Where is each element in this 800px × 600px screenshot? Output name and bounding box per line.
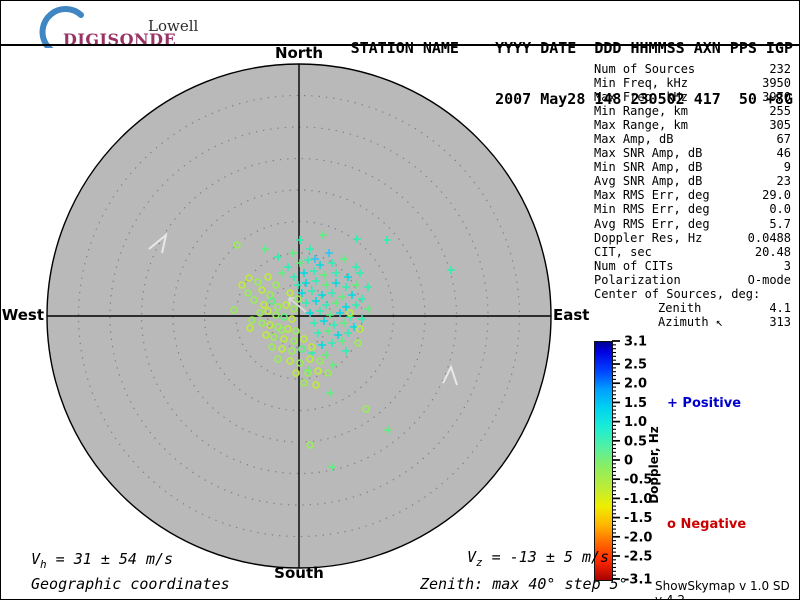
stat-row: Min Freq, kHz 3950 — [594, 76, 791, 90]
stat-value: 3950 — [762, 76, 791, 91]
positive-doppler-legend: + Positive — [667, 396, 742, 411]
stat-row: Center of Sources, deg: — [594, 287, 791, 301]
stat-value: 255 — [769, 104, 791, 119]
stat-row: Num of Sources 232 — [594, 62, 791, 76]
stat-label: Num of CITs — [594, 258, 674, 273]
stat-label: Max SNR Amp, dB — [594, 146, 703, 161]
stat-label: Max Range, km — [594, 118, 688, 133]
stat-row: Min RMS Err, deg 0.0 — [594, 202, 791, 216]
stat-value: 0.0488 — [747, 230, 791, 245]
stat-value: 29.0 — [762, 188, 791, 203]
stat-row: Zenith 4.1 — [594, 301, 791, 315]
colorbar-tick-label: -2.5 — [624, 549, 652, 564]
negative-doppler-legend: o Negative — [667, 517, 747, 532]
stat-row: Max RMS Err, deg 29.0 — [594, 188, 791, 202]
stat-label: Min RMS Err, deg — [594, 202, 710, 217]
stat-value: 67 — [776, 132, 791, 147]
stat-label: CIT, sec — [594, 244, 652, 259]
stat-label: Azimuth ↖ — [658, 314, 724, 329]
doppler-colorbar — [594, 341, 613, 581]
stat-value: 305 — [769, 118, 791, 133]
compass-south-label: South — [274, 564, 324, 582]
colorbar-tick-label: 1.5 — [624, 396, 647, 411]
skymap-window: Lowell DIGISONDE STATION NAME YYYY DATE DD… — [0, 0, 800, 600]
coordinate-system-text: Geographic coordinates — [31, 575, 230, 593]
stat-value: 3970 — [762, 90, 791, 105]
stat-label: Zenith — [658, 300, 702, 315]
colorbar-tick-label: 0 — [624, 454, 633, 469]
stat-value: 3 — [783, 258, 791, 273]
software-version-text: ShowSkymap v 1.0 SD v 4.2 — [655, 579, 790, 600]
stat-label: Polarization — [594, 272, 681, 287]
stat-row: Max Amp, dB 67 — [594, 132, 791, 146]
stat-label: Avg SNR Amp, dB — [594, 174, 703, 189]
stat-label: Max Amp, dB — [594, 132, 674, 147]
colorbar-tick-label: -3.1 — [624, 573, 652, 588]
colorbar-tick-label: -2.0 — [624, 530, 652, 545]
stat-value: 313 — [769, 314, 791, 329]
stat-value: 9 — [783, 160, 791, 175]
stat-row: Max Freq, kHz 3970 — [594, 90, 791, 104]
measurement-stats-panel: Num of Sources 232 Min Freq, kHz 3950 Max Fr… — [594, 62, 791, 329]
stat-label: Doppler Res, Hz — [594, 230, 703, 245]
stat-label: Min Freq, kHz — [594, 76, 688, 91]
colorbar-tick-label: 2.0 — [624, 377, 647, 392]
stat-label: Max RMS Err, deg — [594, 188, 710, 203]
stat-row: Max SNR Amp, dB 46 — [594, 146, 791, 160]
compass-north-label: North — [274, 44, 324, 62]
stat-value: 20.48 — [754, 244, 791, 259]
stat-row: Num of CITs 3 — [594, 259, 791, 273]
stat-value: 4.1 — [769, 300, 791, 315]
stat-value: 23 — [776, 174, 791, 189]
stat-label: Num of Sources — [594, 62, 696, 76]
compass-west-label: West — [1, 306, 44, 324]
zenith-scale-text: Zenith: max 40° step 5° — [420, 575, 628, 593]
stat-row: Min Range, km 255 — [594, 104, 791, 118]
colorbar-tick-label: -1.5 — [624, 511, 652, 526]
stat-label: Max Freq, kHz — [594, 90, 688, 105]
stat-row: Azimuth ↖ 313 — [594, 315, 791, 329]
colorbar-tick-label: 2.5 — [624, 358, 647, 373]
stat-label: Center of Sources, deg: — [594, 286, 761, 301]
colorbar-axis-title: Doppler, Hz — [647, 426, 661, 504]
stat-value: 5.7 — [769, 216, 791, 231]
colorbar-tick-label: 0.5 — [624, 434, 647, 449]
stat-label: Min Range, km — [594, 104, 688, 119]
stat-row: CIT, sec 20.48 — [594, 245, 791, 259]
stat-value: 232 — [769, 62, 791, 76]
colorbar-tick-label: 1.0 — [624, 415, 647, 430]
vertical-velocity-text: Vz = -13 ± 5 m/s — [467, 548, 610, 569]
stat-value: 0.0 — [769, 202, 791, 217]
stat-row: Doppler Res, Hz 0.0488 — [594, 231, 791, 245]
stat-value: O-mode — [747, 272, 791, 287]
stat-row: Min SNR Amp, dB 9 — [594, 160, 791, 174]
stat-row: Max Range, km 305 — [594, 118, 791, 132]
colorbar-tick-label: 3.1 — [624, 335, 647, 350]
stat-value: 46 — [776, 146, 791, 161]
horizontal-velocity-text: Vh = 31 ± 54 m/s — [31, 550, 174, 571]
stat-row: Avg RMS Err, deg 5.7 — [594, 217, 791, 231]
stat-label: Min SNR Amp, dB — [594, 160, 703, 175]
stat-row: Avg SNR Amp, dB 23 — [594, 174, 791, 188]
stat-row: Polarization O-mode — [594, 273, 791, 287]
stat-label: Avg RMS Err, deg — [594, 216, 710, 231]
